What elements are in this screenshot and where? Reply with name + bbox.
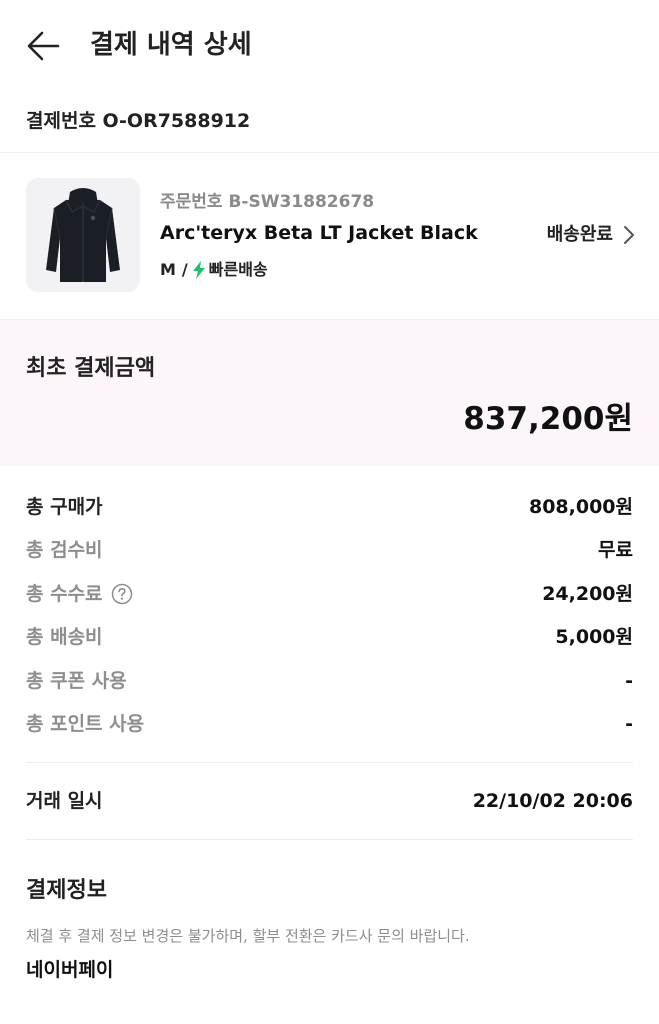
payment-method: 네이버페이	[26, 959, 114, 981]
delivery-status[interactable]: 배송완료	[547, 222, 635, 248]
product-size: M	[160, 260, 176, 279]
breakdown-value: -	[625, 712, 633, 735]
payment-info-title: 결제정보	[26, 878, 107, 903]
product-summary[interactable]: 주문번호 B-SW31882678 Arc'teryx Beta LT Jack…	[0, 153, 659, 319]
breakdown-value: 무료	[598, 539, 633, 562]
breakdown-row-purchase-price: 총 구매가 808,000원	[26, 486, 633, 529]
page-title: 결제 내역 상세	[90, 30, 252, 60]
shipping-type: 빠른배송	[208, 260, 268, 279]
product-image	[26, 178, 140, 292]
breakdown-label: 총 포인트 사용	[26, 712, 145, 735]
breakdown-row-shipping-fee: 총 배송비 5,000원	[26, 616, 633, 659]
order-number: 주문번호 B-SW31882678	[160, 192, 375, 212]
option-separator: /	[181, 260, 188, 279]
transaction-datetime-value: 22/10/02 20:06	[472, 790, 633, 812]
total-payment-section: 최초 결제금액 837,200원	[0, 320, 659, 466]
question-circle-icon[interactable]	[111, 583, 133, 605]
transaction-datetime-label: 거래 일시	[26, 790, 103, 812]
divider	[26, 762, 633, 763]
breakdown-value: 5,000원	[555, 626, 633, 649]
chevron-right-icon	[624, 226, 634, 244]
total-payment-amount: 837,200원	[463, 401, 633, 437]
payment-breakdown: 총 구매가 808,000원 총 검수비 무료 총 수수료 24,200원 총 …	[26, 486, 633, 746]
product-options: M / 빠른배송	[160, 257, 268, 283]
payment-number: 결제번호 O-OR7588912	[26, 110, 251, 132]
breakdown-label: 총 쿠폰 사용	[26, 669, 127, 692]
divider	[26, 839, 633, 840]
breakdown-label-wrap: 총 수수료	[26, 579, 133, 609]
breakdown-row-commission: 총 수수료 24,200원	[26, 573, 633, 616]
breakdown-label: 총 수수료	[26, 582, 103, 605]
payment-info-note: 체결 후 결제 정보 변경은 불가하며, 할부 전환은 카드사 문의 바랍니다.	[26, 927, 470, 945]
breakdown-label: 총 검수비	[26, 539, 103, 562]
transaction-datetime-row: 거래 일시 22/10/02 20:06	[26, 785, 633, 817]
lightning-icon	[192, 261, 206, 279]
breakdown-label: 총 구매가	[26, 496, 103, 518]
app-header: 결제 내역 상세	[0, 0, 659, 92]
product-name: Arc'teryx Beta LT Jacket Black	[160, 222, 478, 244]
breakdown-value: -	[625, 669, 633, 692]
breakdown-row-inspection-fee: 총 검수비 무료	[26, 529, 633, 572]
delivery-status-label: 배송완료	[546, 224, 613, 245]
back-arrow-icon[interactable]	[24, 26, 64, 66]
breakdown-label: 총 배송비	[26, 626, 103, 649]
breakdown-value: 808,000원	[528, 496, 633, 518]
total-payment-label: 최초 결제금액	[26, 356, 156, 381]
breakdown-row-points: 총 포인트 사용 -	[26, 703, 633, 746]
breakdown-value: 24,200원	[542, 582, 633, 605]
breakdown-row-coupon: 총 쿠폰 사용 -	[26, 660, 633, 703]
